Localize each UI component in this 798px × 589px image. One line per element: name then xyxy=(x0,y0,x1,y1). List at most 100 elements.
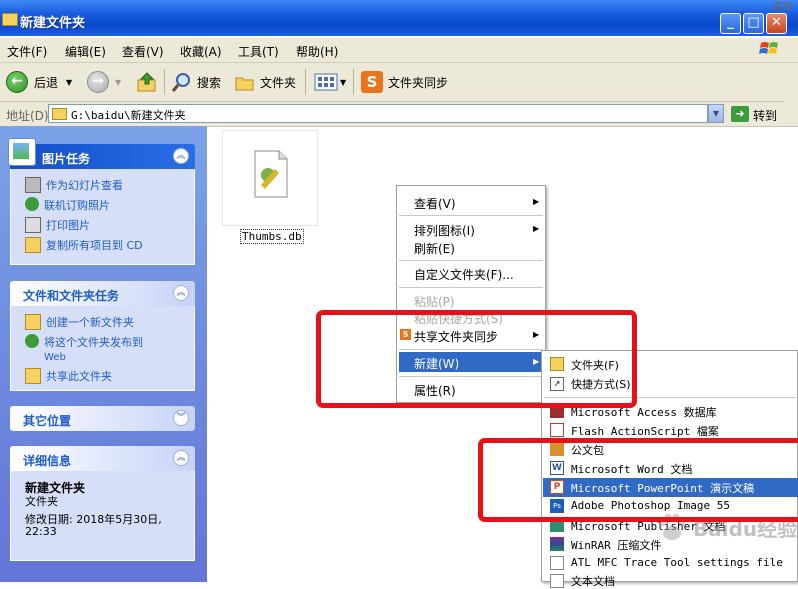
file-tasks-header[interactable]: 文件和文件夹任务 ︽ xyxy=(10,281,195,306)
menu-edit[interactable]: 编辑(E) xyxy=(65,43,106,60)
windows-logo-icon xyxy=(757,38,783,60)
file-tasks-panel: 文件和文件夹任务 ︽ 创建一个新文件夹 将这个文件夹发布到 Web 共享此文件夹 xyxy=(10,281,195,391)
up-folder-icon xyxy=(137,72,156,92)
thumbs-db-file[interactable] xyxy=(222,130,318,226)
folder-icon xyxy=(2,13,18,26)
file-tasks-body: 创建一个新文件夹 将这个文件夹发布到 Web 共享此文件夹 xyxy=(10,306,195,391)
views-icon xyxy=(314,73,338,91)
address-path: G:\baidu\新建文件夹 xyxy=(71,109,186,122)
close-button[interactable]: ✕ xyxy=(766,13,787,34)
details-title: 详细信息 xyxy=(23,454,72,468)
address-label: 地址(D) xyxy=(6,109,49,123)
sync-icon: S xyxy=(361,71,383,93)
globe-icon xyxy=(25,197,39,211)
file-name[interactable]: Thumbs.db xyxy=(240,229,304,244)
order-prints-link[interactable]: 联机订购照片 xyxy=(25,197,110,213)
address-field[interactable]: G:\baidu\新建文件夹 xyxy=(48,104,708,123)
database-file-icon xyxy=(254,150,288,198)
picture-tasks-body: 作为幻灯片查看 联机订购照片 打印图片 复制所有项目到 CD xyxy=(10,169,195,265)
ctx-customize-folder[interactable]: 自定义文件夹(F)... xyxy=(414,266,514,283)
picture-tasks-header[interactable]: 图片任务 ︽ xyxy=(8,138,195,169)
back-label: 后退 xyxy=(34,75,59,90)
views-button[interactable]: ▼ xyxy=(314,63,346,101)
menu-bar: 文件(F) 编辑(E) 查看(V) 收藏(A) 工具(T) 帮助(H) xyxy=(0,38,798,63)
menu-file[interactable]: 文件(F) xyxy=(7,43,47,60)
details-body: 新建文件夹 文件夹 修改日期: 2018年5月30日, 22:33 xyxy=(10,471,195,561)
address-dropdown-icon[interactable]: ▼ xyxy=(708,104,724,123)
task-pane: 图片任务 ︽ 作为幻灯片查看 联机订购照片 打印图片 复制所有项目到 CD 文件… xyxy=(0,126,207,582)
picture-tasks-title: 图片任务 xyxy=(42,152,91,166)
annotation-box-powerpoint xyxy=(478,438,798,522)
back-arrow-icon: ← xyxy=(6,71,28,93)
expand-icon[interactable]: ︾ xyxy=(173,410,189,426)
address-bar: 地址(D) G:\baidu\新建文件夹 ▼ ➜ 转到 xyxy=(0,102,798,127)
collapse-icon[interactable]: ︽ xyxy=(173,148,189,164)
ctx-view[interactable]: 查看(V) xyxy=(414,195,456,212)
toolbar: ← 后退 ▼ → ▼ 搜索 文件夹 ▼ S 文件夹同步 xyxy=(0,63,798,102)
cd-icon xyxy=(25,237,41,253)
up-folder-button[interactable] xyxy=(136,63,158,101)
new-trace-settings-item[interactable]: ATL MFC Trace Tool settings file xyxy=(571,556,783,569)
back-dropdown-icon[interactable]: ▼ xyxy=(66,78,72,87)
new-folder-link[interactable]: 创建一个新文件夹 xyxy=(25,314,134,330)
details-type: 文件夹 xyxy=(25,495,58,508)
settings-file-icon xyxy=(550,556,564,570)
share-folder-link[interactable]: 共享此文件夹 xyxy=(25,368,112,384)
slideshow-link[interactable]: 作为幻灯片查看 xyxy=(25,177,123,193)
publish-icon xyxy=(25,334,39,348)
search-label: 搜索 xyxy=(197,75,222,90)
forward-dropdown-icon[interactable]: ▼ xyxy=(115,78,121,87)
back-button[interactable]: ← 后退 ▼ xyxy=(6,63,72,101)
print-pictures-link[interactable]: 打印图片 xyxy=(25,217,90,233)
forward-arrow-icon: → xyxy=(87,71,109,93)
minimize-button[interactable]: _ xyxy=(720,13,741,34)
submenu-arrow-icon: ▶ xyxy=(533,197,540,206)
share-icon xyxy=(25,368,41,384)
slideshow-icon xyxy=(25,177,41,193)
winrar-icon xyxy=(550,537,564,551)
details-header[interactable]: 详细信息 ︽ xyxy=(10,446,195,471)
copy-to-cd-link[interactable]: 复制所有项目到 CD xyxy=(25,237,143,253)
go-button[interactable]: 转到 xyxy=(753,107,777,124)
publish-web-link[interactable]: 将这个文件夹发布到 Web xyxy=(25,334,143,363)
folders-label: 文件夹 xyxy=(260,75,297,90)
other-places-panel: 其它位置 ︾ xyxy=(10,406,195,431)
menu-favorites[interactable]: 收藏(A) xyxy=(180,43,222,60)
collapse-icon[interactable]: ︽ xyxy=(173,285,189,301)
new-winrar-item[interactable]: WinRAR 压缩文件 xyxy=(571,537,661,553)
search-icon xyxy=(171,73,190,92)
ctx-paste: 粘贴(P) xyxy=(414,295,455,309)
picture-tasks-panel: 图片任务 ︽ 作为幻灯片查看 联机订购照片 打印图片 复制所有项目到 CD xyxy=(8,138,195,265)
forward-button[interactable]: → ▼ xyxy=(87,63,121,101)
ctx-refresh[interactable]: 刷新(E) xyxy=(414,240,455,257)
new-flash-item[interactable]: Flash ActionScript 檔案 xyxy=(571,423,719,439)
details-panel: 详细信息 ︽ 新建文件夹 文件夹 修改日期: 2018年5月30日, 22:33 xyxy=(10,446,195,561)
details-time: 22:33 xyxy=(25,525,57,538)
menu-tools[interactable]: 工具(T) xyxy=(238,43,279,60)
go-arrow-icon[interactable]: ➜ xyxy=(731,106,749,122)
new-folder-icon xyxy=(25,314,41,330)
folder-sync-button[interactable]: S 文件夹同步 xyxy=(361,63,448,101)
maximize-button[interactable]: □ xyxy=(743,13,764,34)
other-places-header[interactable]: 其它位置 ︾ xyxy=(10,406,195,431)
window-title: 新建文件夹 xyxy=(20,16,86,31)
file-tasks-title: 文件和文件夹任务 xyxy=(23,289,120,303)
search-button[interactable]: 搜索 xyxy=(171,63,221,101)
submenu-arrow-icon: ▶ xyxy=(533,224,540,233)
annotation-box-new xyxy=(316,310,637,408)
text-file-icon xyxy=(550,574,564,588)
title-bar: 新建文件夹 菜单 _ □ ✕ xyxy=(0,0,798,36)
menu-help[interactable]: 帮助(H) xyxy=(296,43,338,60)
pictures-icon xyxy=(8,138,36,166)
folders-button[interactable]: 文件夹 xyxy=(234,63,296,101)
menu-view[interactable]: 查看(V) xyxy=(122,43,164,60)
views-dropdown-icon: ▼ xyxy=(340,77,347,87)
collapse-icon[interactable]: ︽ xyxy=(173,450,189,466)
ctx-arrange-icons[interactable]: 排列图标(I) xyxy=(414,222,475,239)
sync-label: 文件夹同步 xyxy=(388,75,449,90)
new-text-item[interactable]: 文本文档 xyxy=(571,573,615,589)
printer-icon xyxy=(25,217,41,233)
folder-icon xyxy=(52,108,67,120)
flash-icon xyxy=(550,423,564,437)
corner-text: 菜单 xyxy=(773,2,793,13)
